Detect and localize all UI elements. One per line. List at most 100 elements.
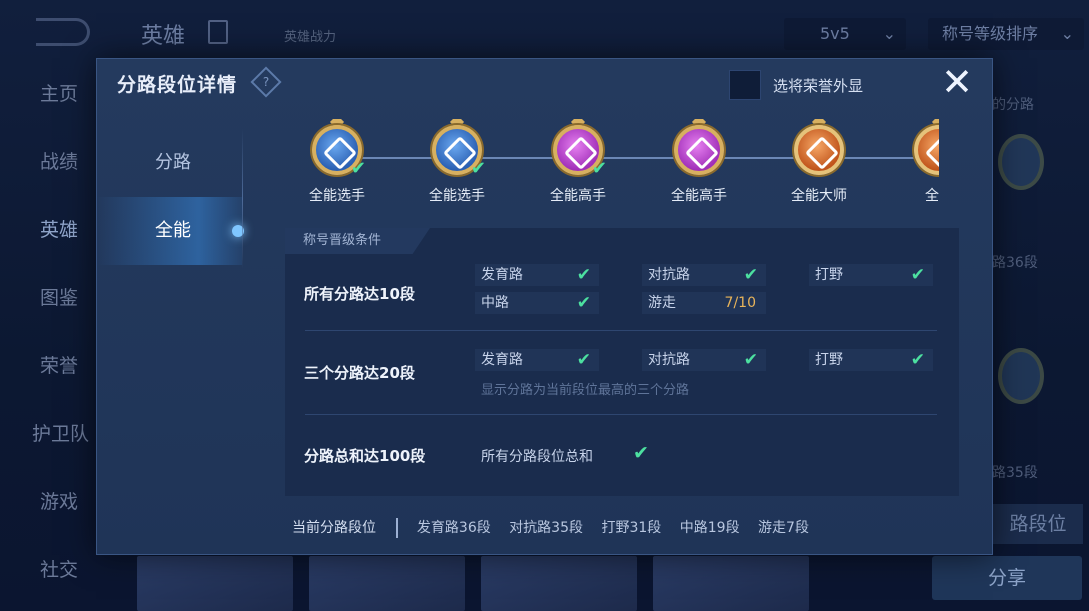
hero-card[interactable]: [309, 556, 465, 611]
lane-chip: 打野 ✔: [809, 264, 933, 286]
nav-item-game[interactable]: 游戏: [0, 468, 110, 536]
hero-card[interactable]: [481, 556, 637, 611]
chip-label: 发育路: [481, 352, 523, 368]
tier-badge-icon: [790, 119, 848, 181]
check-icon: ✔: [576, 350, 591, 370]
nav-item-gallery[interactable]: 图鉴: [0, 264, 110, 332]
chevron-down-icon: ⌄: [882, 24, 896, 43]
chip-label: 对抗路: [648, 352, 690, 368]
tier-progress-track: ✔ 全能选手 ✔ 全能选手 ✔ 全能高手 全能高手 全能大师 全能: [297, 119, 939, 219]
side-tabs: 分路 全能: [97, 129, 244, 265]
lane-rank-mid: 中路19段: [679, 520, 740, 536]
mode-select[interactable]: 5v5 ⌄: [784, 18, 906, 50]
nav-item-hero[interactable]: 英雄: [0, 196, 110, 264]
check-icon: ✔: [910, 265, 925, 285]
lane-chip: 中路 ✔: [475, 292, 599, 314]
tier-badge-icon: ✔: [308, 119, 366, 181]
check-icon: ✔: [470, 158, 486, 179]
modal-title: 分路段位详情: [117, 74, 238, 96]
tier-item[interactable]: ✔ 全能选手: [417, 119, 497, 219]
lane-chip: 发育路 ✔: [475, 264, 599, 286]
honor-display-checkbox[interactable]: [729, 70, 761, 100]
tier-label: 全能选手: [309, 188, 365, 204]
divider: [305, 414, 937, 415]
lane-rank-top: 对抗路35段: [509, 520, 584, 536]
condition-title: 分路总和达100段: [304, 447, 426, 465]
tier-badge-icon: ✔: [428, 119, 486, 181]
tier-badge-icon: [910, 119, 939, 181]
help-icon-glyph: ?: [262, 75, 270, 89]
hero-card-strip: [137, 556, 817, 611]
nav-item-honor[interactable]: 荣誉: [0, 332, 110, 400]
condition-row: 分路总和达100段 所有分路段位总和 ✔: [285, 440, 959, 470]
tier-label: 全能高手: [550, 188, 606, 204]
sort-select-value: 称号等级排序: [942, 24, 1039, 43]
divider: [305, 330, 937, 331]
mode-select-value: 5v5: [820, 24, 850, 43]
chip-label: 打野: [815, 267, 843, 283]
honor-display-label: 选将荣誉外显: [773, 77, 864, 95]
nav-item-record[interactable]: 战绩: [0, 128, 110, 196]
tier-badge-icon: ✔: [549, 119, 607, 181]
lane-rank-jungle: 打野31段: [601, 520, 662, 536]
check-icon: ✔: [576, 265, 591, 285]
right-label-35: 路35段: [992, 465, 1038, 481]
close-icon[interactable]: ✕: [939, 63, 975, 101]
condition-title: 三个分路达20段: [304, 364, 415, 382]
divider: [396, 518, 399, 538]
help-icon[interactable]: ?: [250, 66, 282, 98]
tier-item[interactable]: 全能大师: [779, 119, 859, 219]
current-lane-rank-bar: 当前分路段位 发育路36段 对抗路35段 打野31段 中路19段 游走7段: [292, 517, 823, 538]
lane-chip: 对抗路 ✔: [642, 349, 766, 371]
chip-label: 打野: [815, 352, 843, 368]
status-label: 当前分路段位: [292, 520, 376, 536]
tab-label: 全能: [155, 220, 191, 241]
tier-item[interactable]: ✔ 全能高手: [538, 119, 618, 219]
conditions-header: 称号晋级条件: [285, 228, 430, 254]
chip-label: 发育路: [481, 267, 523, 283]
check-icon: ✔: [743, 350, 758, 370]
page-title: 英雄: [141, 24, 186, 49]
back-button[interactable]: [36, 18, 90, 46]
lane-chip: 发育路 ✔: [475, 349, 599, 371]
share-button[interactable]: 分享: [932, 556, 1082, 600]
nav-item-home[interactable]: 主页: [0, 60, 110, 128]
chevron-down-icon: ⌄: [1060, 24, 1074, 43]
condition-row: 所有分路达10段 发育路 ✔ 对抗路 ✔ 打野 ✔ 中路 ✔ 游走 7/10: [285, 264, 959, 334]
conditions-panel: 称号晋级条件 所有分路达10段 发育路 ✔ 对抗路 ✔ 打野 ✔ 中路 ✔ 游走 7/10…: [285, 228, 959, 496]
nav-item-social[interactable]: 社交: [0, 536, 110, 604]
right-label-36: 路36段: [992, 255, 1038, 271]
divider: [242, 129, 243, 269]
right-label-lane: 的分路: [992, 97, 1034, 113]
top-bar: 英雄 英雄战力 5v5 ⌄ 称号等级排序 ⌄: [0, 0, 1089, 64]
document-icon[interactable]: [208, 20, 228, 44]
tier-label: 全能高手: [671, 188, 727, 204]
condition-title: 所有分路达10段: [304, 285, 415, 303]
badge-icon: [998, 134, 1044, 190]
tier-label: 全能选手: [429, 188, 485, 204]
tier-label: 全能: [925, 188, 939, 204]
badge-icon: [998, 348, 1044, 404]
nav-item-guard[interactable]: 护卫队: [0, 400, 110, 468]
tab-lane[interactable]: 分路: [97, 129, 242, 197]
tab-all-round[interactable]: 全能: [97, 197, 244, 265]
tier-item[interactable]: 全能: [899, 119, 939, 219]
sort-select[interactable]: 称号等级排序 ⌄: [928, 18, 1084, 50]
lane-rank-modal: 分路段位详情 ? 选将荣誉外显 ✕ 分路 全能 ✔ 全能选手 ✔ 全能选手 ✔ …: [96, 58, 993, 555]
hero-card[interactable]: [137, 556, 293, 611]
tier-item[interactable]: 全能高手: [659, 119, 739, 219]
hero-card[interactable]: [653, 556, 809, 611]
check-icon: ✔: [350, 158, 366, 179]
condition-note: 显示分路为当前段位最高的三个分路: [481, 383, 690, 398]
lane-rank-button[interactable]: 路段位: [993, 504, 1083, 544]
check-icon: ✔: [633, 442, 649, 464]
tier-item[interactable]: ✔ 全能选手: [297, 119, 377, 219]
check-icon: ✔: [591, 158, 607, 179]
lane-rank-support: 游走7段: [758, 520, 809, 536]
left-nav: 主页 战绩 英雄 图鉴 荣誉 护卫队 游戏 社交: [0, 60, 110, 604]
lane-chip: 对抗路 ✔: [642, 264, 766, 286]
check-icon: ✔: [743, 265, 758, 285]
condition-row: 三个分路达20段 发育路 ✔ 对抗路 ✔ 打野 ✔ 显示分路为当前段位最高的三个分路: [285, 349, 959, 409]
hero-power-label[interactable]: 英雄战力: [284, 26, 336, 45]
check-icon: ✔: [576, 293, 591, 313]
